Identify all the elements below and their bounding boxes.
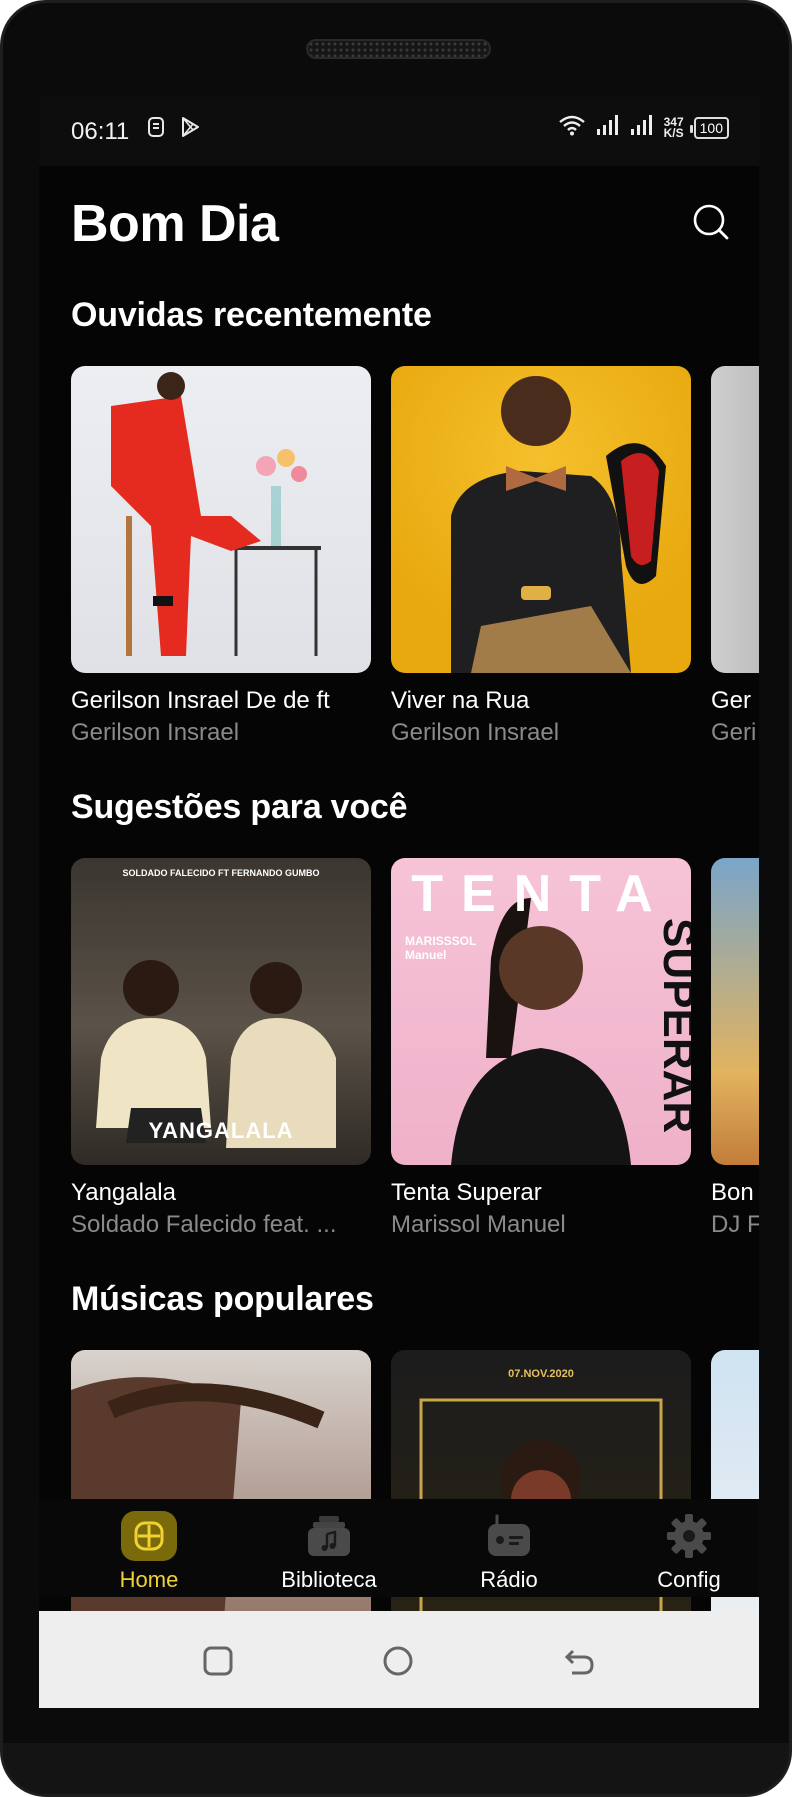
album-cover: SOLDADO FALECIDO FT FERNANDO GUMBO YANGA… bbox=[71, 858, 371, 1165]
album-cover bbox=[711, 858, 759, 1165]
net-speed-unit: K/S bbox=[663, 125, 684, 140]
album-title: Tenta Superar bbox=[391, 1179, 542, 1206]
nav-radio[interactable]: Rádio bbox=[444, 1511, 574, 1593]
album-card[interactable]: Gerilson Insrael De de ft Gerilson Insra… bbox=[71, 366, 371, 747]
play-store-icon bbox=[179, 116, 201, 144]
album-title: Gerilson Insrael De de ft bbox=[71, 687, 330, 714]
album-artist: Soldado Falecido feat. ... bbox=[71, 1211, 337, 1238]
radio-icon bbox=[481, 1511, 537, 1561]
album-cover bbox=[391, 366, 691, 673]
album-title: Bon bbox=[711, 1179, 754, 1206]
recents-icon[interactable] bbox=[200, 1643, 236, 1679]
nav-label: Biblioteca bbox=[281, 1567, 377, 1592]
wifi-icon bbox=[558, 114, 586, 141]
album-card[interactable]: TENTA MARISSSOL Manuel SUPERAR Tenta Sup… bbox=[391, 858, 691, 1239]
battery-icon: 100 bbox=[689, 116, 729, 139]
gear-icon bbox=[661, 1511, 717, 1561]
home-circle-icon[interactable] bbox=[380, 1643, 416, 1679]
row-recent: Gerilson Insrael De de ft Gerilson Insra… bbox=[71, 366, 759, 746]
album-cover: TENTA MARISSSOL Manuel SUPERAR bbox=[391, 858, 691, 1165]
status-right: 347 K/S 100 bbox=[558, 114, 729, 141]
album-card[interactable]: SOLDADO FALECIDO FT FERNANDO GUMBO YANGA… bbox=[71, 858, 371, 1239]
album-artist: Gerilson Insrael bbox=[391, 719, 560, 746]
album-cover bbox=[71, 366, 371, 673]
system-nav-bar bbox=[39, 1611, 759, 1708]
album-artist: Gerilson Insrael bbox=[71, 719, 240, 746]
album-card[interactable]: Bon DJ F bbox=[711, 858, 759, 1239]
nav-label: Config bbox=[657, 1567, 721, 1592]
album-artist: DJ F bbox=[711, 1211, 759, 1238]
page-title: Bom Dia bbox=[71, 195, 279, 253]
phone-bottom-bezel bbox=[3, 1743, 789, 1794]
nav-label: Rádio bbox=[480, 1567, 538, 1592]
cover-text: 07.NOV.2020 bbox=[508, 1368, 574, 1380]
nav-label: Home bbox=[119, 1567, 179, 1592]
cover-text: YANGALALA bbox=[148, 1118, 294, 1143]
net-speed: 347 K/S bbox=[663, 116, 684, 140]
album-card[interactable]: Viver na Rua Gerilson Insrael bbox=[391, 366, 691, 747]
status-time: 06:11 bbox=[71, 118, 130, 145]
row-suggestions: SOLDADO FALECIDO FT FERNANDO GUMBO YANGA… bbox=[71, 858, 759, 1238]
speaker-grille bbox=[306, 39, 491, 59]
cover-side-text: SUPERAR bbox=[654, 918, 691, 1134]
album-artist: Marissol Manuel bbox=[391, 1211, 566, 1238]
home-icon bbox=[121, 1511, 177, 1561]
nav-config[interactable]: Config bbox=[624, 1511, 754, 1593]
sim-icon bbox=[147, 116, 165, 144]
back-icon[interactable] bbox=[560, 1643, 596, 1679]
signal-icon bbox=[596, 114, 620, 141]
section-title-popular: Músicas populares bbox=[71, 1280, 374, 1318]
cover-artist: MARISSSOL Manuel bbox=[405, 934, 477, 962]
section-title-recent: Ouvidas recentemente bbox=[71, 296, 432, 334]
album-title: Ger bbox=[711, 687, 752, 714]
album-title: Yangalala bbox=[71, 1179, 176, 1206]
nav-library[interactable]: Biblioteca bbox=[264, 1511, 394, 1593]
album-artist: Geri bbox=[711, 719, 757, 746]
app-screen: 06:11 347 K/S 100 Bom Dia Ouvidas recent… bbox=[39, 96, 759, 1708]
nav-home[interactable]: Home bbox=[84, 1511, 214, 1593]
album-title: Viver na Rua bbox=[391, 687, 530, 714]
album-cover bbox=[711, 366, 759, 673]
search-icon[interactable] bbox=[691, 202, 731, 242]
library-icon bbox=[301, 1511, 357, 1561]
cover-top-text: SOLDADO FALECIDO FT FERNANDO GUMBO bbox=[122, 868, 320, 878]
section-title-suggestions: Sugestões para você bbox=[71, 788, 408, 826]
cover-text: TENTA bbox=[411, 865, 671, 923]
signal-icon-2 bbox=[630, 114, 654, 141]
bottom-nav: Home Biblioteca Rádio Config bbox=[39, 1499, 759, 1597]
status-bar: 06:11 347 K/S 100 bbox=[39, 96, 759, 166]
phone-frame: 06:11 347 K/S 100 Bom Dia Ouvidas recent… bbox=[0, 0, 792, 1797]
album-card[interactable]: Ger Geri bbox=[711, 366, 759, 747]
